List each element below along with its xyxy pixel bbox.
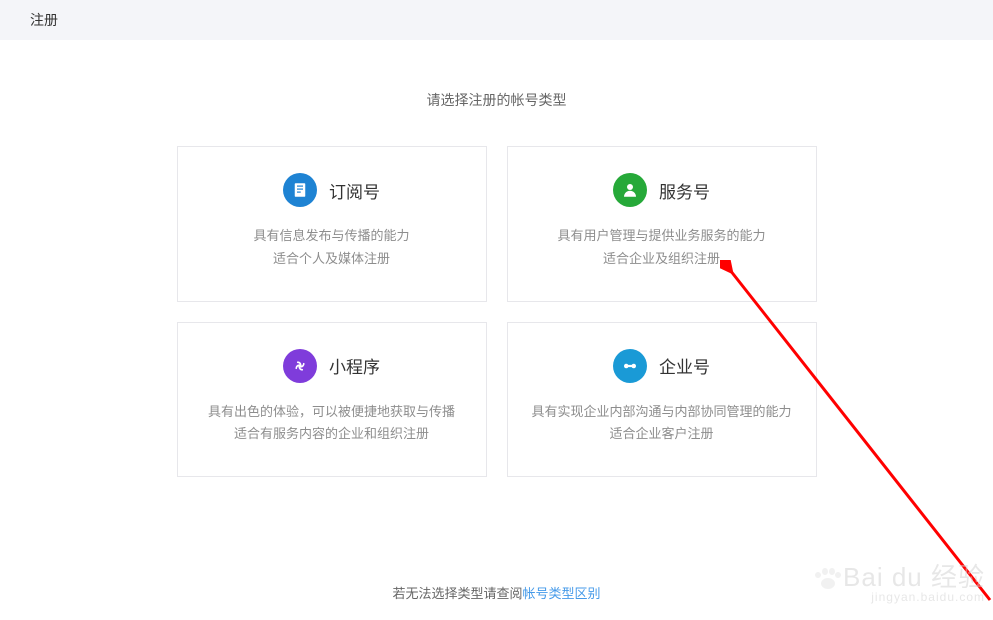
card-head: 订阅号: [196, 173, 468, 207]
card-title: 服务号: [659, 178, 710, 203]
person-icon: [613, 173, 647, 207]
card-head: 企业号: [526, 349, 798, 383]
card-desc-line2: 适合企业客户注册: [526, 423, 798, 446]
footer-help-prefix: 若无法选择类型请查阅: [392, 586, 522, 601]
main-content: 请选择注册的帐号类型 订阅号 具有信息发布与传播的能力 适合个人及媒体注册 服务…: [0, 40, 993, 477]
enterprise-icon: [613, 349, 647, 383]
card-desc-line2: 适合个人及媒体注册: [196, 248, 468, 271]
card-enterprise[interactable]: 企业号 具有实现企业内部沟通与内部协同管理的能力 适合企业客户注册: [507, 322, 817, 478]
page-header: 注册: [0, 0, 993, 40]
card-service[interactable]: 服务号 具有用户管理与提供业务服务的能力 适合企业及组织注册: [507, 146, 817, 302]
card-miniprogram[interactable]: 小程序 具有出色的体验，可以被便捷地获取与传播 适合有服务内容的企业和组织注册: [177, 322, 487, 478]
instruction-text: 请选择注册的帐号类型: [0, 90, 993, 110]
card-desc-line2: 适合企业及组织注册: [526, 248, 798, 271]
card-head: 小程序: [196, 349, 468, 383]
card-subscription[interactable]: 订阅号 具有信息发布与传播的能力 适合个人及媒体注册: [177, 146, 487, 302]
account-type-difference-link[interactable]: 帐号类型区别: [523, 586, 601, 601]
card-desc: 具有实现企业内部沟通与内部协同管理的能力 适合企业客户注册: [526, 401, 798, 447]
card-desc-line1: 具有用户管理与提供业务服务的能力: [526, 225, 798, 248]
card-desc: 具有出色的体验，可以被便捷地获取与传播 适合有服务内容的企业和组织注册: [196, 401, 468, 447]
page-title: 注册: [30, 10, 58, 30]
document-icon: [283, 173, 317, 207]
card-desc: 具有用户管理与提供业务服务的能力 适合企业及组织注册: [526, 225, 798, 271]
card-desc-line1: 具有实现企业内部沟通与内部协同管理的能力: [526, 401, 798, 424]
card-desc-line1: 具有出色的体验，可以被便捷地获取与传播: [196, 401, 468, 424]
card-title: 订阅号: [329, 178, 380, 203]
card-head: 服务号: [526, 173, 798, 207]
account-type-grid: 订阅号 具有信息发布与传播的能力 适合个人及媒体注册 服务号 具有用户管理与提供…: [167, 146, 827, 477]
card-title: 小程序: [329, 353, 380, 378]
card-title: 企业号: [659, 353, 710, 378]
card-desc: 具有信息发布与传播的能力 适合个人及媒体注册: [196, 225, 468, 271]
footer-help: 若无法选择类型请查阅帐号类型区别: [0, 583, 993, 602]
card-desc-line1: 具有信息发布与传播的能力: [196, 225, 468, 248]
card-desc-line2: 适合有服务内容的企业和组织注册: [196, 423, 468, 446]
mini-program-icon: [283, 349, 317, 383]
